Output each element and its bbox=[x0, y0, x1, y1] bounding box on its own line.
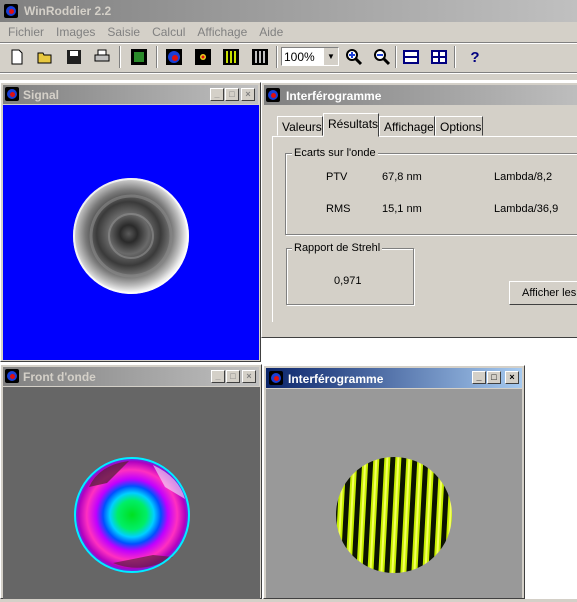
afficher-button[interactable]: Afficher les bbox=[509, 281, 577, 305]
tile-grid-button[interactable] bbox=[428, 46, 450, 68]
maximize-button[interactable]: □ bbox=[226, 370, 240, 383]
wavefront-title: Front d'onde bbox=[23, 370, 96, 384]
menu-saisie[interactable]: Saisie bbox=[101, 24, 146, 40]
zoom-in-icon bbox=[346, 49, 363, 66]
signal-title: Signal bbox=[23, 88, 60, 102]
menu-aide[interactable]: Aide bbox=[253, 24, 289, 40]
interferogram-image bbox=[266, 389, 522, 598]
wavefront-window: Front d'onde _ □ × bbox=[0, 364, 262, 599]
minimize-button[interactable]: _ bbox=[210, 88, 224, 101]
minimize-button[interactable]: _ bbox=[211, 370, 225, 383]
zoom-out-button[interactable] bbox=[371, 46, 393, 68]
maximize-button[interactable]: □ bbox=[487, 371, 501, 384]
help-button[interactable]: ? bbox=[464, 46, 486, 68]
menu-fichier[interactable]: Fichier bbox=[2, 24, 50, 40]
tile-horizontal-icon bbox=[403, 50, 419, 64]
signal-window-icon bbox=[5, 87, 19, 101]
fringes-icon bbox=[223, 49, 239, 65]
wavefront-window-icon bbox=[5, 369, 19, 383]
print-icon bbox=[94, 49, 110, 62]
minimize-button[interactable]: _ bbox=[472, 371, 486, 384]
rms-lambda: Lambda/36,9 bbox=[494, 203, 559, 215]
maximize-button[interactable]: □ bbox=[225, 88, 239, 101]
ptv-value: 67,8 nm bbox=[382, 171, 422, 183]
menu-images[interactable]: Images bbox=[50, 24, 101, 40]
ptv-label: PTV bbox=[326, 171, 348, 183]
zoom-in-button[interactable] bbox=[343, 46, 365, 68]
afficher-label: Afficher les bbox=[522, 287, 577, 299]
tab-options[interactable]: Options bbox=[435, 116, 483, 136]
app-title-bar: WinRoddier 2.2 bbox=[0, 0, 577, 22]
ecarts-group bbox=[285, 153, 577, 235]
app-icon bbox=[4, 4, 18, 18]
close-button[interactable]: × bbox=[241, 88, 255, 101]
star-button[interactable] bbox=[192, 46, 214, 68]
ptv-lambda: Lambda/8,2 bbox=[494, 171, 553, 183]
tab-valeurs[interactable]: Valeurs bbox=[277, 116, 323, 136]
results-title-bar: Interférogramme bbox=[264, 85, 577, 105]
zoom-out-icon bbox=[374, 49, 391, 66]
zoom-value: 100% bbox=[284, 50, 315, 64]
wavefront-icon bbox=[166, 49, 182, 65]
grating-button[interactable] bbox=[249, 46, 271, 68]
chevron-down-icon[interactable]: ▼ bbox=[323, 48, 338, 65]
rms-value: 15,1 nm bbox=[382, 203, 422, 215]
app-title: WinRoddier 2.2 bbox=[24, 4, 112, 18]
strehl-value: 0,971 bbox=[334, 275, 362, 287]
interferogram-window: Interférogramme _ □ × bbox=[263, 365, 525, 599]
grating-icon bbox=[252, 49, 268, 65]
menu-bar: Fichier Images Saisie Calcul Affichage Aide bbox=[2, 24, 289, 40]
new-file-icon bbox=[11, 49, 23, 65]
ecarts-label: Ecarts sur l'onde bbox=[292, 147, 378, 159]
signal-title-bar: Signal _ □ × bbox=[3, 85, 258, 104]
signal-window: Signal _ □ × bbox=[0, 82, 261, 362]
wavefront-image bbox=[3, 387, 260, 599]
capture-button[interactable] bbox=[128, 46, 150, 68]
strehl-label: Rapport de Strehl bbox=[292, 242, 383, 254]
signal-defocused-star-image bbox=[73, 178, 189, 294]
new-file-button[interactable] bbox=[6, 46, 28, 68]
open-file-button[interactable] bbox=[34, 46, 56, 68]
zoom-select[interactable]: 100% ▼ bbox=[281, 47, 339, 66]
menu-affichage[interactable]: Affichage bbox=[191, 24, 253, 40]
wavefront-map-image bbox=[74, 457, 190, 573]
star-point-icon bbox=[195, 49, 211, 65]
save-icon bbox=[67, 50, 81, 64]
fringes-button[interactable] bbox=[220, 46, 242, 68]
interferogram-title: Interférogramme bbox=[288, 372, 384, 386]
close-button[interactable]: × bbox=[242, 370, 256, 383]
interferogram-title-bar: Interférogramme _ □ × bbox=[266, 368, 522, 388]
print-button[interactable] bbox=[91, 46, 113, 68]
tile-horizontal-button[interactable] bbox=[400, 46, 422, 68]
results-title: Interférogramme bbox=[286, 89, 382, 103]
interferogram-fringes-image bbox=[336, 457, 452, 573]
signal-image bbox=[3, 105, 259, 360]
film-icon bbox=[131, 49, 147, 65]
open-folder-icon bbox=[37, 52, 52, 64]
save-button[interactable] bbox=[63, 46, 85, 68]
menu-calcul[interactable]: Calcul bbox=[146, 24, 191, 40]
interferogram-window-icon bbox=[269, 371, 283, 385]
tile-grid-icon bbox=[431, 50, 447, 64]
results-window-icon bbox=[266, 88, 280, 102]
close-button[interactable]: × bbox=[505, 371, 519, 384]
rms-label: RMS bbox=[326, 203, 351, 215]
wavefront-title-bar: Front d'onde _ □ × bbox=[3, 367, 259, 386]
wavefront-button[interactable] bbox=[163, 46, 185, 68]
tab-resultats[interactable]: Résultats bbox=[323, 113, 379, 137]
help-icon: ? bbox=[470, 48, 480, 66]
tab-affichage[interactable]: Affichage bbox=[379, 116, 435, 136]
